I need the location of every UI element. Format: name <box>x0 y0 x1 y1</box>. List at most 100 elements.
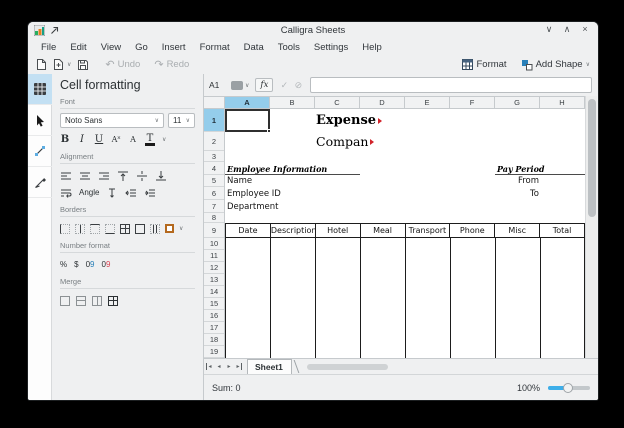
row-header[interactable]: 11 <box>204 250 224 262</box>
currency-button[interactable]: $ <box>74 260 78 269</box>
italic-button[interactable]: I <box>77 134 87 145</box>
cell-company[interactable]: Compan <box>316 132 374 151</box>
menu-insert[interactable]: Insert <box>155 42 193 53</box>
column-header-g[interactable]: G <box>495 97 540 108</box>
menu-view[interactable]: View <box>94 42 128 53</box>
new-document-button[interactable] <box>36 58 47 71</box>
header-meal[interactable]: Meal <box>360 224 405 237</box>
indent-increase-button[interactable] <box>144 187 156 199</box>
minimize-button[interactable]: ∨ <box>544 24 554 35</box>
border-bottom-button[interactable] <box>105 224 115 234</box>
menu-settings[interactable]: Settings <box>307 42 355 53</box>
align-center-button[interactable] <box>79 170 91 182</box>
align-bottom-button[interactable] <box>155 170 167 182</box>
fill-handle[interactable] <box>267 129 271 133</box>
save-button[interactable] <box>77 59 89 71</box>
border-color-swatch[interactable] <box>165 224 174 233</box>
name-box-chevron[interactable]: ∨ <box>245 82 249 89</box>
cell-name-label[interactable]: Name <box>227 175 252 187</box>
row-header[interactable]: 1 <box>204 109 224 132</box>
merge-vertical-button[interactable] <box>92 296 102 306</box>
font-more-chevron[interactable]: ∨ <box>162 136 166 143</box>
row-header[interactable]: 17 <box>204 322 224 334</box>
menu-file[interactable]: File <box>34 42 63 53</box>
border-outer-button[interactable] <box>135 224 145 234</box>
menu-help[interactable]: Help <box>355 42 389 53</box>
row-header[interactable]: 13 <box>204 274 224 286</box>
named-range-icon[interactable] <box>231 81 243 90</box>
open-document-button[interactable]: ∨ <box>53 58 71 71</box>
next-sheet-button[interactable]: ▸ <box>224 361 234 373</box>
border-inner-button[interactable] <box>150 224 160 234</box>
connector-tool-button[interactable] <box>28 136 52 167</box>
border-more-chevron[interactable]: ∨ <box>179 225 183 232</box>
row-header[interactable]: 12 <box>204 262 224 274</box>
column-header-d[interactable]: D <box>360 97 405 108</box>
row-header[interactable]: 8 <box>204 213 224 223</box>
row-header[interactable]: 7 <box>204 200 224 213</box>
angle-button[interactable]: Angle <box>79 188 99 197</box>
header-total[interactable]: Total <box>539 224 584 237</box>
header-transport[interactable]: Transport <box>405 224 450 237</box>
formula-input[interactable] <box>310 77 592 93</box>
menu-tools[interactable]: Tools <box>271 42 307 53</box>
undo-button[interactable]: ↶Undo <box>105 58 140 71</box>
precision-increase-button[interactable]: 09 <box>86 260 95 269</box>
row-header[interactable]: 15 <box>204 298 224 310</box>
font-size-select[interactable]: 11 ∨ <box>168 113 195 128</box>
redo-button[interactable]: ↷Redo <box>154 58 189 71</box>
header-date[interactable]: Date <box>225 224 270 237</box>
column-header-h[interactable]: H <box>540 97 585 108</box>
column-header-b[interactable]: B <box>270 97 315 108</box>
cell-expense-title[interactable]: Expense <box>316 109 382 132</box>
unmerge-button[interactable] <box>108 296 118 306</box>
function-button[interactable]: fx <box>255 78 273 92</box>
cell-to-label[interactable]: To <box>495 187 539 200</box>
horizontal-scrollbar-thumb[interactable] <box>307 364 388 370</box>
menu-data[interactable]: Data <box>237 42 271 53</box>
header-hotel[interactable]: Hotel <box>315 224 360 237</box>
merge-cells-button[interactable] <box>60 296 70 306</box>
row-header[interactable]: 10 <box>204 238 224 250</box>
row-header[interactable]: 5 <box>204 175 224 187</box>
cell-reference-box[interactable]: A1 <box>209 80 227 90</box>
sheet-tab[interactable]: Sheet1 <box>247 359 292 374</box>
cell-from-label[interactable]: From <box>495 175 539 187</box>
header-misc[interactable]: Misc <box>494 224 539 237</box>
maximize-button[interactable]: ∧ <box>562 24 572 35</box>
zoom-slider[interactable] <box>548 386 590 390</box>
bold-button[interactable]: B <box>60 134 70 145</box>
selection-tool-button[interactable] <box>28 105 52 136</box>
border-top-button[interactable] <box>90 224 100 234</box>
header-description[interactable]: Description <box>270 224 315 237</box>
cell-employee-id-label[interactable]: Employee ID <box>227 187 281 200</box>
border-all-button[interactable] <box>120 224 130 234</box>
column-header-f[interactable]: F <box>450 97 495 108</box>
add-shape-button[interactable]: Add Shape ∨ <box>521 59 590 71</box>
last-sheet-button[interactable]: ▸ <box>234 361 244 373</box>
confirm-entry-icon[interactable]: ✓ <box>277 80 291 91</box>
row-header[interactable]: 14 <box>204 286 224 298</box>
selected-cell-a1[interactable] <box>225 109 270 132</box>
merge-horizontal-button[interactable] <box>76 296 86 306</box>
border-left-button[interactable] <box>60 224 70 234</box>
vertical-scrollbar[interactable] <box>585 96 597 358</box>
menu-format[interactable]: Format <box>193 42 237 53</box>
select-all-corner[interactable] <box>204 97 225 108</box>
column-header-c[interactable]: C <box>315 97 360 108</box>
wrap-text-button[interactable] <box>60 187 72 199</box>
precision-decrease-button[interactable]: 09 <box>101 260 110 269</box>
menu-edit[interactable]: Edit <box>63 42 93 53</box>
align-middle-button[interactable] <box>136 170 148 182</box>
border-vertical-button[interactable] <box>75 224 85 234</box>
row-header[interactable]: 3 <box>204 151 224 162</box>
row-header[interactable]: 6 <box>204 187 224 200</box>
row-header[interactable]: 4 <box>204 162 224 175</box>
align-left-button[interactable] <box>60 170 72 182</box>
close-button[interactable]: × <box>580 24 590 35</box>
row-header[interactable]: 9 <box>204 223 224 238</box>
menu-go[interactable]: Go <box>128 42 155 53</box>
percent-button[interactable]: % <box>60 260 67 269</box>
text-color-button[interactable]: T <box>145 134 155 146</box>
previous-sheet-button[interactable]: ◂ <box>214 361 224 373</box>
